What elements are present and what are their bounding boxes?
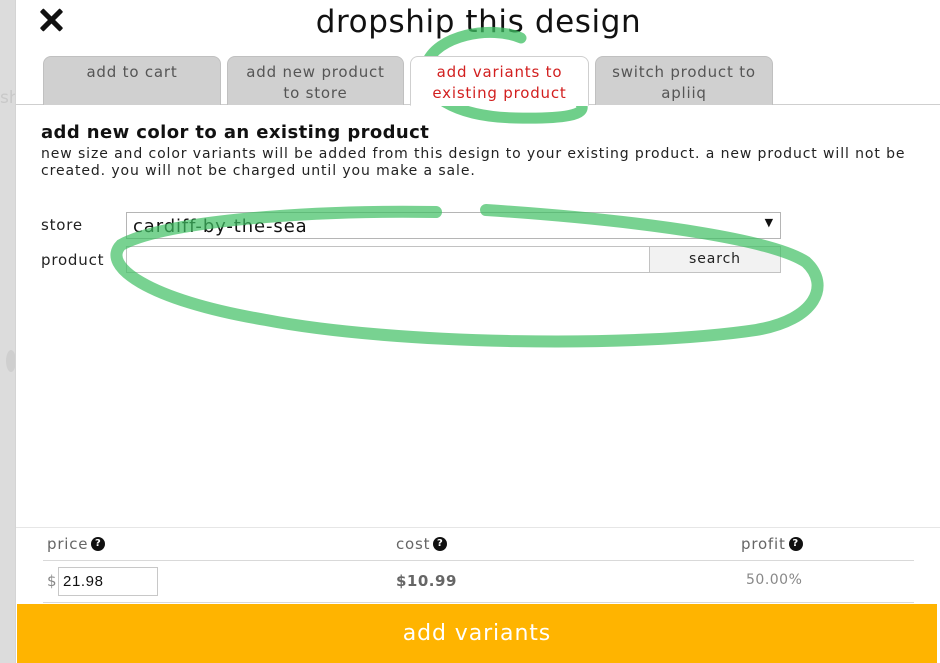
- variants-section: add new color to an existing product new…: [41, 122, 921, 180]
- cost-column-header: cost ?: [396, 535, 448, 553]
- currency-symbol: $: [47, 572, 57, 590]
- cost-label: cost: [396, 535, 431, 553]
- profit-column-header: profit ?: [741, 535, 803, 553]
- tab-label-line1: add variants to: [436, 63, 563, 81]
- store-select[interactable]: cardiff-by-the-sea ▼: [126, 212, 781, 239]
- cost-value: $10.99: [396, 572, 457, 590]
- price-input[interactable]: [58, 567, 158, 596]
- tab-label-line2: apliiq: [661, 84, 707, 102]
- tab-add-to-cart[interactable]: add to cart: [43, 56, 221, 105]
- price-column-header: price ?: [47, 535, 106, 553]
- cost-help-icon[interactable]: ?: [433, 537, 448, 551]
- profit-value: 50.00%: [746, 572, 803, 588]
- header-divider: [43, 560, 914, 561]
- store-label: store: [41, 216, 83, 234]
- tab-add-variants[interactable]: add variants to existing product: [410, 56, 589, 106]
- section-heading: add new color to an existing product: [41, 122, 430, 143]
- tab-label-line2: existing product: [432, 84, 567, 102]
- tab-add-new-product[interactable]: add new product to store: [227, 56, 404, 105]
- profit-label: profit: [741, 535, 786, 553]
- price-help-icon[interactable]: ?: [91, 537, 106, 551]
- product-label: product: [41, 251, 105, 269]
- pricing-panel: price ? cost ? profit ? $ $10.99 50.00% …: [16, 527, 940, 663]
- profit-help-icon[interactable]: ?: [788, 537, 803, 551]
- tab-switch-product[interactable]: switch product to apliiq: [595, 56, 773, 105]
- row-divider: [43, 602, 914, 603]
- store-select-value: cardiff-by-the-sea: [133, 216, 308, 237]
- tab-label-line2: to store: [283, 84, 348, 102]
- search-button[interactable]: search: [649, 246, 781, 273]
- tab-label-line1: switch product to: [612, 63, 756, 81]
- tab-label-line1: add new product: [246, 63, 385, 81]
- add-variants-button[interactable]: add variants: [17, 604, 937, 663]
- product-input[interactable]: [126, 246, 650, 273]
- dropship-modal: dropship this design add to cart add new…: [15, 0, 940, 663]
- price-label: price: [47, 535, 89, 553]
- dropdown-arrow-icon: ▼: [764, 216, 774, 229]
- section-description: new size and color variants will be adde…: [41, 146, 906, 179]
- modal-title: dropship this design: [315, 4, 642, 40]
- tab-label-line1: add to cart: [86, 63, 178, 81]
